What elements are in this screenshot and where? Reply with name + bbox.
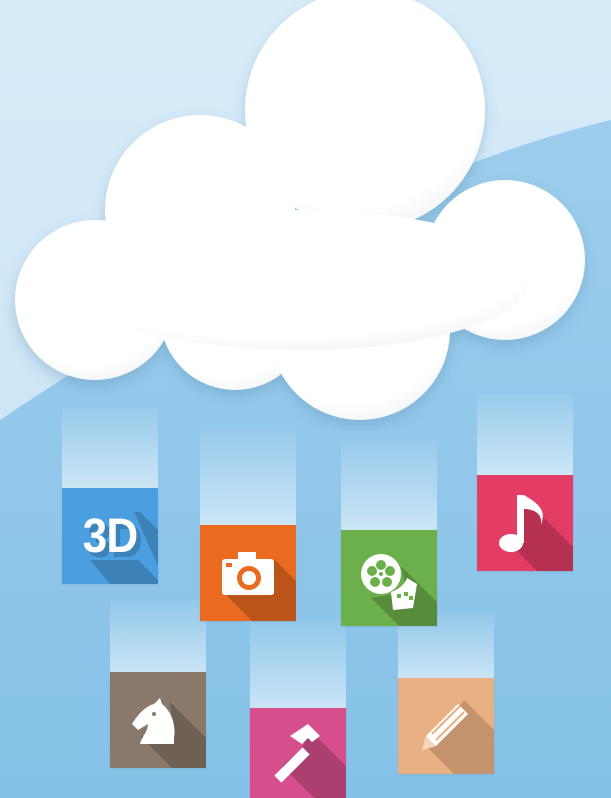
pencil-tile — [398, 678, 494, 774]
hammer-icon — [274, 724, 346, 798]
chess-knight-icon — [132, 698, 206, 768]
film-reel-icon — [361, 554, 437, 626]
light-trail — [250, 620, 346, 708]
hammer-tile — [250, 708, 346, 798]
pencil-icon — [422, 700, 494, 774]
film-reel-tile — [341, 530, 437, 626]
cloud — [15, 0, 585, 420]
light-trail — [110, 600, 206, 672]
light-trail — [341, 440, 437, 530]
music-note-icon — [499, 495, 573, 571]
light-trail — [62, 408, 158, 488]
camera-icon — [222, 552, 296, 621]
camera-tile — [200, 525, 296, 621]
3d-tile: 3D — [62, 488, 158, 584]
chess-knight-tile — [110, 672, 206, 768]
music-tile — [477, 475, 573, 571]
light-trail — [477, 395, 573, 475]
3d-text-icon: 3D — [82, 509, 139, 563]
light-trail — [200, 430, 296, 525]
